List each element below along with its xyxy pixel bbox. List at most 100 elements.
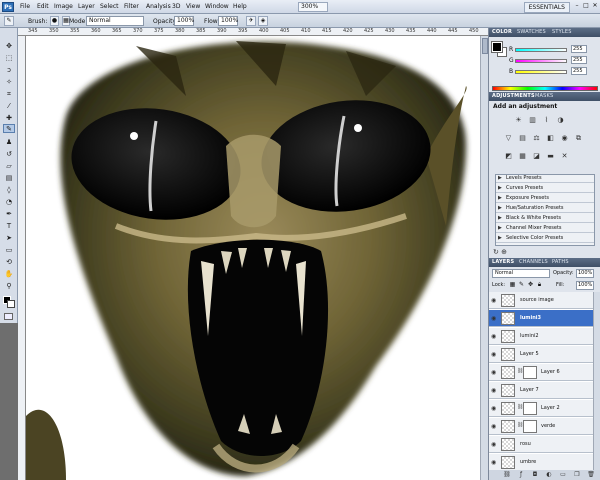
layer-row[interactable]: ◉ Layer 7 [489,382,593,399]
add-mask-icon[interactable]: ◘ [531,471,539,479]
layers-scrollbar[interactable] [593,292,600,470]
mode-select[interactable]: Normal [86,16,144,26]
visibility-eye-icon[interactable]: ◉ [491,459,496,466]
3d-rotate-tool-icon[interactable]: ⟲ [3,258,15,267]
lock-position-icon[interactable]: ✥ [527,281,534,288]
menu-window[interactable]: Window [205,3,229,10]
gradient-tool-icon[interactable]: ▤ [3,174,15,183]
visibility-eye-icon[interactable]: ◉ [491,297,496,304]
layer-mask-thumbnail[interactable] [523,366,537,379]
new-layer-icon[interactable]: ❐ [573,471,581,479]
tab-masks[interactable]: MASKS [535,93,553,99]
minimize-icon[interactable]: – [573,2,581,11]
delete-layer-icon[interactable]: 🗑︎ [587,471,595,479]
close-icon[interactable]: ✕ [591,2,599,11]
canvas-vertical-scrollbar[interactable] [480,36,488,480]
menu-view[interactable]: View [186,3,200,10]
layer-row[interactable]: ◉ ⛓ Layer 2 [489,400,593,417]
preset-item[interactable]: ▶ Hue/Saturation Presets [496,205,594,213]
menu-layer[interactable]: Layer [78,3,95,10]
lock-all-icon[interactable]: 🔒︎ [536,281,543,288]
brightness-contrast-icon[interactable]: ☀ [513,115,524,125]
tab-adjustments[interactable]: ADJUSTMENTS [492,93,535,99]
layer-row[interactable]: ◉ source image [489,292,593,309]
visibility-eye-icon[interactable]: ◉ [491,405,496,412]
menu-edit[interactable]: Edit [37,3,49,10]
visibility-eye-icon[interactable]: ◉ [491,315,496,322]
color-panel-foreground-swatch[interactable] [491,41,503,53]
document-canvas[interactable] [26,36,488,480]
blend-mode-select[interactable]: Normal [492,269,550,278]
selective-color-icon[interactable]: ✕ [559,151,570,161]
healing-brush-tool-icon[interactable]: ✚ [3,114,15,123]
hue-saturation-icon[interactable]: ▤ [517,133,528,143]
tab-color[interactable]: COLOR [492,29,512,35]
hand-tool-icon[interactable]: ✋ [3,270,15,279]
flow-field[interactable]: 100% [218,16,238,26]
link-layers-icon[interactable]: ⛓ [503,471,511,479]
maximize-icon[interactable]: □ [582,2,590,11]
invert-icon[interactable]: ◩ [503,151,514,161]
visibility-eye-icon[interactable]: ◉ [491,441,496,448]
tablet-pressure-icon[interactable]: ◈ [258,16,268,26]
crop-tool-icon[interactable]: ⌗ [3,90,15,99]
layer-row[interactable]: ◉ umbre [489,454,593,470]
preset-item[interactable]: ▶ Channel Mixer Presets [496,225,594,233]
preset-item[interactable]: ▶ Exposure Presets [496,195,594,203]
marquee-tool-icon[interactable]: ⬚ [3,54,15,63]
lock-transparency-icon[interactable]: ▦ [509,281,516,288]
color-balance-icon[interactable]: ⚖ [531,133,542,143]
blue-value-field[interactable]: 255 [571,67,587,75]
clone-stamp-tool-icon[interactable]: ♟ [3,138,15,147]
layer-opacity-field[interactable]: 100% [576,269,594,278]
fill-field[interactable]: 100% [576,281,594,290]
menu-image[interactable]: Image [54,3,73,10]
quick-mask-icon[interactable] [4,313,13,320]
blur-tool-icon[interactable]: ◊ [3,186,15,195]
layer-row[interactable]: ◉ lumini2 [489,328,593,345]
type-tool-icon[interactable]: T [3,222,15,231]
posterize-icon[interactable]: ▦ [517,151,528,161]
move-tool-icon[interactable]: ✥ [3,42,15,51]
tab-layers[interactable]: LAYERS [492,259,514,265]
new-group-icon[interactable]: ▭ [559,471,567,479]
path-selection-tool-icon[interactable]: ➤ [3,234,15,243]
layer-row[interactable]: ◉ lumini3 [489,310,593,327]
quick-select-tool-icon[interactable]: ✧ [3,78,15,87]
zoom-level-dropdown[interactable]: 300% [298,2,328,12]
visibility-eye-icon[interactable]: ◉ [491,351,496,358]
green-slider[interactable] [515,59,567,63]
tab-channels[interactable]: CHANNELS [519,259,548,265]
visibility-eye-icon[interactable]: ◉ [491,369,496,376]
eraser-tool-icon[interactable]: ▱ [3,162,15,171]
exposure-icon[interactable]: ◑ [555,115,566,125]
lock-pixels-icon[interactable]: ✎ [518,281,525,288]
layer-mask-thumbnail[interactable] [523,402,537,415]
preset-item[interactable]: ▶ Black & White Presets [496,215,594,223]
red-slider[interactable] [515,48,567,52]
tab-swatches[interactable]: SWATCHES [517,29,546,35]
layer-row[interactable]: ◉ ⛓ verde [489,418,593,435]
brush-tool-preset-icon[interactable]: ✎ [4,16,14,26]
preset-item[interactable]: ▶ Selective Color Presets [496,235,594,243]
preset-item[interactable]: ▶ Curves Presets [496,185,594,193]
layer-row[interactable]: ◉ ⛓ Layer 6 [489,364,593,381]
menu-3d[interactable]: 3D [172,3,180,10]
airbrush-icon[interactable]: ✈ [246,16,256,26]
photo-filter-icon[interactable]: ◉ [559,133,570,143]
new-adjustment-layer-icon[interactable]: ◐ [545,471,553,479]
layer-row[interactable]: ◉ Layer 5 [489,346,593,363]
menu-file[interactable]: File [20,3,30,10]
eyedropper-tool-icon[interactable]: ⁄ [3,102,15,111]
brush-tool-icon[interactable]: ✎ [3,124,15,133]
menu-analysis[interactable]: Analysis [146,3,171,10]
brush-picker-icon[interactable]: ● [50,16,59,26]
channel-mixer-icon[interactable]: ⧉ [573,133,584,143]
menu-help[interactable]: Help [233,3,247,10]
visibility-eye-icon[interactable]: ◉ [491,333,496,340]
background-color-swatch[interactable] [7,300,15,308]
adjustments-footer-icons[interactable]: ↻ ⊕ [493,248,507,256]
threshold-icon[interactable]: ◪ [531,151,542,161]
lasso-tool-icon[interactable]: ↄ [3,66,15,75]
tab-styles[interactable]: STYLES [552,29,572,35]
